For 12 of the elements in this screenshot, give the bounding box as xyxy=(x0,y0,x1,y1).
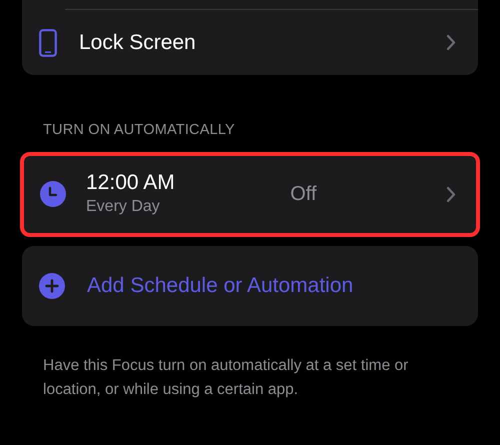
plus-icon xyxy=(39,272,65,299)
schedule-row[interactable]: 12:00 AM Every Day Off xyxy=(20,152,480,237)
schedule-time: 12:00 AM xyxy=(86,170,175,195)
footer-text: Have this Focus turn on automatically at a set time or location, or while using a certain app. xyxy=(43,356,410,400)
lock-screen-row[interactable]: Lock Screen xyxy=(22,10,478,75)
schedule-status: Off xyxy=(290,182,317,208)
section-header: TURN ON AUTOMATICALLY xyxy=(43,121,236,140)
clock-icon xyxy=(40,181,66,208)
schedule-repeat: Every Day xyxy=(86,196,161,217)
chevron-icon xyxy=(446,186,456,203)
chevron-icon xyxy=(446,34,456,51)
phone-icon xyxy=(39,28,57,56)
